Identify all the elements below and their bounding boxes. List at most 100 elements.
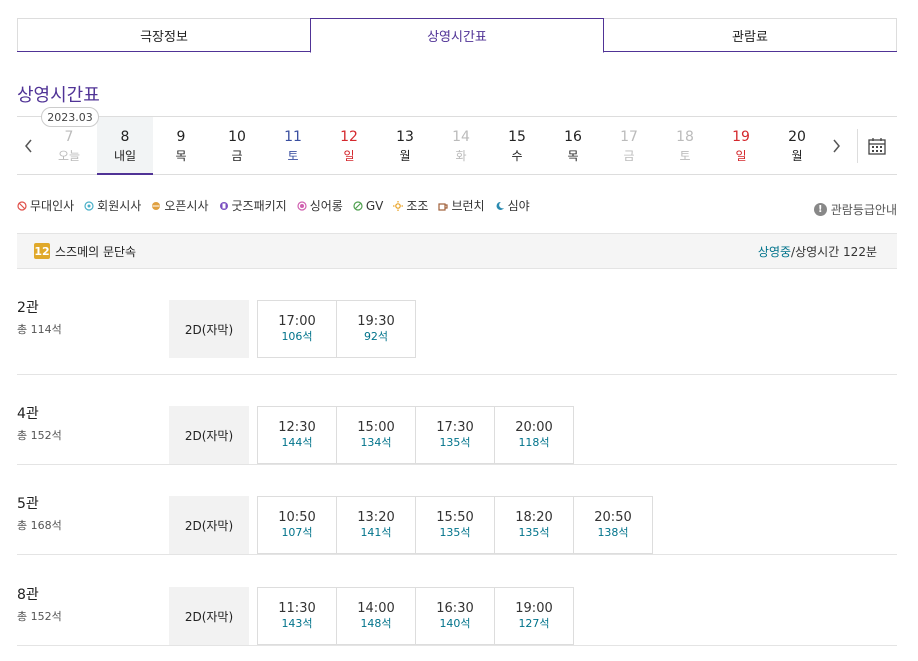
showtime-slot[interactable]: 18:20 135석 [494, 496, 574, 554]
showtime-slot[interactable]: 11:30 143석 [257, 587, 337, 645]
showtime-seats: 118석 [518, 436, 550, 449]
tab-theater-info[interactable]: 극장정보 [17, 18, 311, 51]
date-item[interactable]: 10 금 [209, 117, 265, 174]
showtime-slot[interactable]: 14:00 148석 [336, 587, 416, 645]
showtime-time: 16:30 [436, 601, 474, 616]
year-month-badge: 2023.03 [41, 107, 99, 127]
screen-row: 4관 총 152석 2D(자막) 12:30 144석 15:00 134석 17:30 135… [17, 375, 897, 465]
showtime-slot[interactable]: 17:00 106석 [257, 300, 337, 358]
showtime-time: 19:00 [515, 601, 553, 616]
date-number: 20 [788, 128, 806, 145]
showtime-time: 17:00 [278, 314, 316, 329]
showtime-seats: 138석 [597, 526, 629, 539]
date-item[interactable]: 11 토 [265, 117, 321, 174]
date-item[interactable]: 19 일 [713, 117, 769, 174]
date-item[interactable]: 17 금 [601, 117, 657, 174]
showtime-slot[interactable]: 20:50 138석 [573, 496, 653, 554]
legend-item: 회원시사 [84, 197, 141, 214]
date-weekday: 수 [511, 148, 523, 163]
calendar-button[interactable] [867, 136, 887, 156]
open-preview-icon [152, 201, 161, 210]
showtime-time: 17:30 [436, 420, 474, 435]
legend-label: GV [365, 198, 384, 213]
date-item[interactable]: 16 목 [545, 117, 601, 174]
date-item[interactable]: 9목 [153, 117, 209, 174]
showtime-time: 15:50 [436, 510, 474, 525]
showtime-seats: 107석 [281, 526, 313, 539]
screen-format: 2D(자막) [169, 406, 249, 464]
showtime-time: 18:20 [515, 510, 553, 525]
date-item[interactable]: 18 토 [657, 117, 713, 174]
date-number: 15 [508, 128, 526, 145]
age-rating-badge: 12 [34, 243, 50, 259]
gv-icon [353, 200, 363, 211]
showtime-legend: 무대인사 회원시사 오픈시사 굿즈패키지 싱어롱 GV 조조 브런치 심야 [17, 197, 530, 214]
date-item[interactable]: 14 화 [433, 117, 489, 174]
legend-item: 싱어롱 [297, 197, 343, 214]
showtime-slot[interactable]: 15:00 134석 [336, 406, 416, 464]
showtime-list: 12:30 144석 15:00 134석 17:30 135석 20:00 118석 [257, 406, 574, 464]
date-weekday: 내일 [113, 148, 137, 163]
date-strip: 2023.03 7 오늘 8 내일 9 목 10 금 11 토 12 일 13 월 14 화 15 수 16 목 17 금… [17, 107, 897, 175]
date-weekday: 금 [623, 148, 635, 163]
showtime-time: 13:20 [357, 510, 395, 525]
rating-guide-label: 관람등급안내 [830, 203, 897, 217]
date-number: 16 [564, 128, 582, 145]
showtime-slot[interactable]: 20:00 118석 [494, 406, 574, 464]
day-list: 7 오늘 8 내일 9 목 10 금 11 토 12 일 13 월 14 화 15 수 16 목 17 금 18 토 19 일 20… [41, 117, 825, 175]
showtime-seats: 144석 [281, 436, 313, 449]
showtime-seats: 92석 [363, 330, 389, 343]
screen-total-seats: 총 114석 [17, 323, 62, 336]
member-preview-icon [84, 200, 94, 211]
legend-label: 브런치 [451, 199, 485, 213]
tab-showtimes[interactable]: 상영시간표 [310, 18, 604, 53]
showtime-slot[interactable]: 15:50 135석 [415, 496, 495, 554]
showtime-slot[interactable]: 19:30 92석 [336, 300, 416, 358]
showtime-time: 19:30 [357, 314, 395, 329]
date-weekday: 일 [735, 148, 747, 163]
next-dates-button[interactable] [825, 117, 847, 174]
legend-label: 회원시사 [97, 199, 142, 213]
screen-row: 8관 총 152석 2D(자막) 11:30 143석 14:00 148석 16:30 140… [17, 556, 897, 646]
prev-dates-button[interactable] [17, 117, 39, 174]
calendar-icon [868, 138, 886, 155]
screen-total-seats: 총 152석 [17, 610, 62, 623]
date-item[interactable]: 20 월 [769, 117, 825, 174]
showtime-list: 17:00 106석 19:30 92석 [257, 300, 416, 358]
date-item[interactable]: 8 내일 [97, 117, 153, 175]
screen-row: 2관 총 114석 2D(자막) 17:00 106석 19:30 92석 [17, 269, 897, 375]
legend-label: 조조 [406, 199, 429, 213]
showtime-seats: 140석 [439, 617, 471, 630]
date-weekday: 일 [343, 148, 355, 163]
date-number: 11 [284, 128, 302, 145]
movie-header: 12 스즈메의 문단속 상영중/상영시간 122분 [17, 233, 897, 269]
showtime-slot[interactable]: 17:30 135석 [415, 406, 495, 464]
movie-status: 상영중 [757, 245, 792, 259]
showtime-slot[interactable]: 12:30 144석 [257, 406, 337, 464]
date-item[interactable]: 15 수 [489, 117, 545, 174]
movie-title[interactable]: 스즈메의 문단속 [55, 243, 136, 260]
chevron-right-icon [832, 139, 840, 152]
legend-label: 무대인사 [30, 199, 75, 213]
showtime-time: 12:30 [278, 420, 316, 435]
screen-format: 2D(자막) [169, 587, 249, 645]
showtime-slot[interactable]: 16:30 140석 [415, 587, 495, 645]
screen-name: 8관 [17, 587, 39, 603]
legend-item: 굿즈패키지 [219, 197, 287, 214]
date-number: 18 [676, 128, 694, 145]
brunch-cup-icon [438, 202, 449, 211]
tab-ticket-price[interactable]: 관람료 [603, 18, 897, 51]
showtime-slot[interactable]: 10:50 107석 [257, 496, 337, 554]
rating-guide-link[interactable]: ! 관람등급안내 [813, 201, 897, 218]
date-item[interactable]: 13 월 [377, 117, 433, 174]
showtime-slot[interactable]: 19:00 127석 [494, 587, 574, 645]
date-item[interactable]: 12 일 [321, 117, 377, 174]
showtime-slot[interactable]: 13:20 141석 [336, 496, 416, 554]
date-weekday: 오늘 [57, 148, 81, 163]
screen-format: 2D(자막) [169, 300, 249, 358]
showtime-seats: 134석 [360, 436, 392, 449]
showtime-time: 15:00 [357, 420, 395, 435]
date-number: 12 [340, 128, 358, 145]
legend-item: 심야 [495, 197, 530, 214]
morning-sun-icon [393, 200, 404, 211]
